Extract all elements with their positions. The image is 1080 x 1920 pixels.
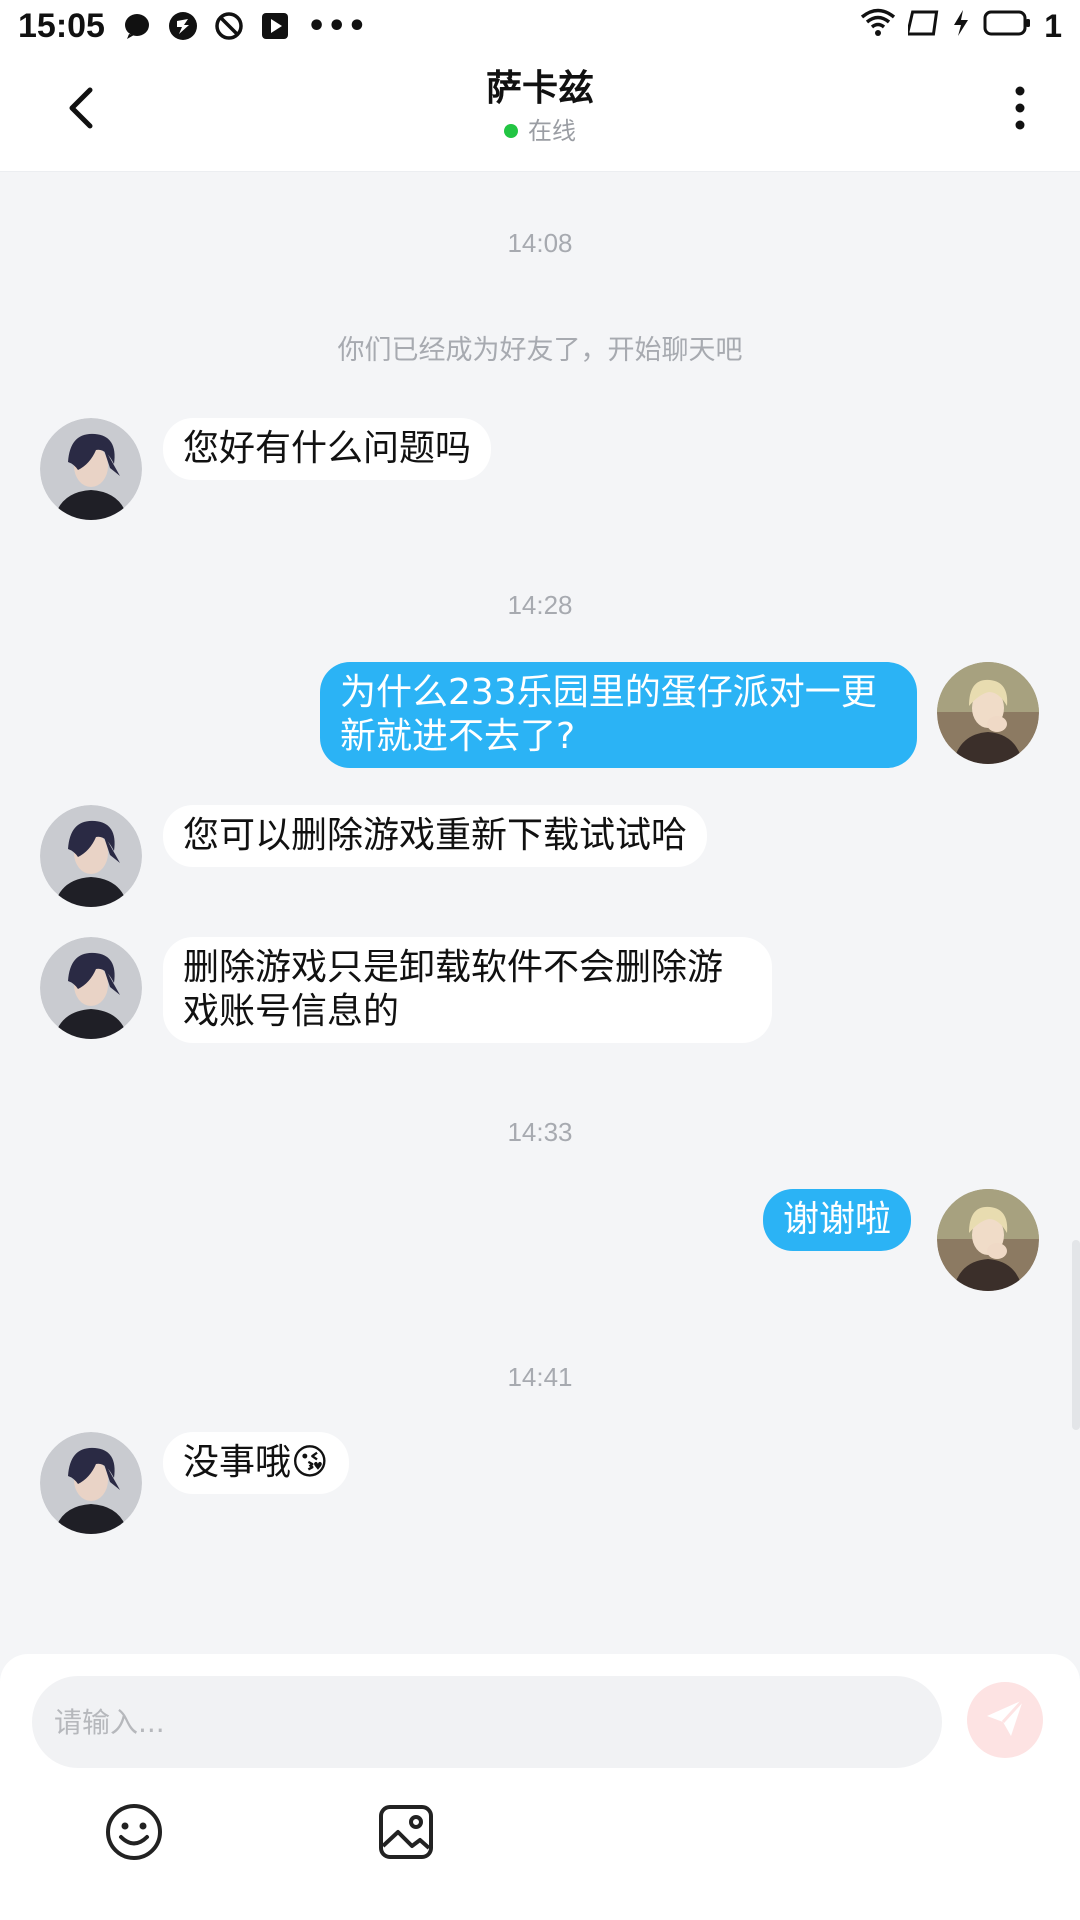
message-text-line: 删除游戏只是卸载软件不会删除游 (183, 947, 724, 988)
chat-screen: 15:05 ••• 1 萨卡兹 在线 14:08 你们已经成为好友了，开始聊天吧… (0, 0, 1080, 1920)
received-message-bubble: 您可以删除游戏重新下载试试哈 (163, 805, 708, 867)
contact-name: 萨卡兹 (485, 68, 594, 109)
presence-text: 在线 (528, 117, 576, 145)
do-not-disturb-icon (213, 10, 245, 42)
sent-message-bubble: 谢谢啦 (763, 1189, 912, 1251)
online-dot (504, 124, 518, 138)
message-text-line: 新就进不去了? (340, 716, 576, 757)
status-time: 15:05 (18, 6, 105, 45)
message-timestamp: 14:33 (507, 1117, 573, 1147)
received-message-bubble: 删除游戏只是卸载软件不会删除游 戏账号信息的 (163, 937, 772, 1043)
wifi-icon (860, 7, 896, 45)
smiley-icon (104, 1802, 164, 1866)
message-text-line: 戏账号信息的 (183, 991, 400, 1032)
header-title-area: 萨卡兹 在线 (0, 66, 1080, 146)
sent-message-bubble: 为什么233乐园里的蛋仔派对一更 新就进不去了? (320, 662, 917, 768)
message-text: 您好有什么问题吗 (183, 428, 472, 469)
user-avatar[interactable] (937, 1189, 1039, 1291)
contact-avatar[interactable] (40, 418, 142, 520)
message-timestamp: 14:41 (507, 1362, 573, 1392)
app-shield-icon (167, 10, 199, 42)
status-bar: 15:05 ••• 1 (0, 0, 1080, 52)
charging-icon (952, 7, 970, 45)
more-notifications-icon: ••• (306, 8, 368, 44)
chat-bubble-icon (121, 10, 153, 42)
battery-icon (982, 7, 1032, 45)
contact-avatar[interactable] (40, 937, 142, 1039)
message-timestamp: 14:28 (507, 590, 573, 620)
battery-level: 1 (1044, 7, 1062, 44)
user-avatar[interactable] (937, 662, 1039, 764)
presence-indicator: 在线 (504, 116, 576, 146)
message-timestamp: 14:08 (507, 228, 573, 258)
contact-avatar[interactable] (40, 1432, 142, 1534)
kiss-emoji-icon: 😘 (291, 1442, 329, 1483)
send-button[interactable] (967, 1682, 1043, 1758)
message-text: 您可以删除游戏重新下载试试哈 (183, 815, 688, 856)
message-text-line: 为什么233乐园里的蛋仔派对一更 (340, 672, 877, 713)
chat-header: 萨卡兹 在线 (0, 52, 1080, 172)
send-icon (983, 1696, 1027, 1744)
contact-avatar[interactable] (40, 805, 142, 907)
message-text: 谢谢啦 (783, 1199, 892, 1240)
status-right: 1 (860, 7, 1062, 45)
image-icon (376, 1802, 436, 1866)
image-button[interactable] (374, 1802, 438, 1866)
input-panel (0, 1654, 1080, 1920)
message-text: 没事哦 (183, 1442, 292, 1483)
received-message-bubble: 您好有什么问题吗 (163, 418, 492, 480)
more-vertical-icon (1012, 84, 1028, 136)
received-message-bubble: 没事哦😘 (163, 1432, 349, 1494)
play-store-icon (259, 10, 291, 42)
emoji-button[interactable] (102, 1802, 166, 1866)
screen-cast-icon (905, 7, 940, 45)
system-message: 你们已经成为好友了，开始聊天吧 (337, 335, 743, 366)
more-options-button[interactable] (990, 80, 1050, 140)
message-input[interactable] (32, 1676, 942, 1768)
scrollbar[interactable] (1072, 1240, 1080, 1430)
